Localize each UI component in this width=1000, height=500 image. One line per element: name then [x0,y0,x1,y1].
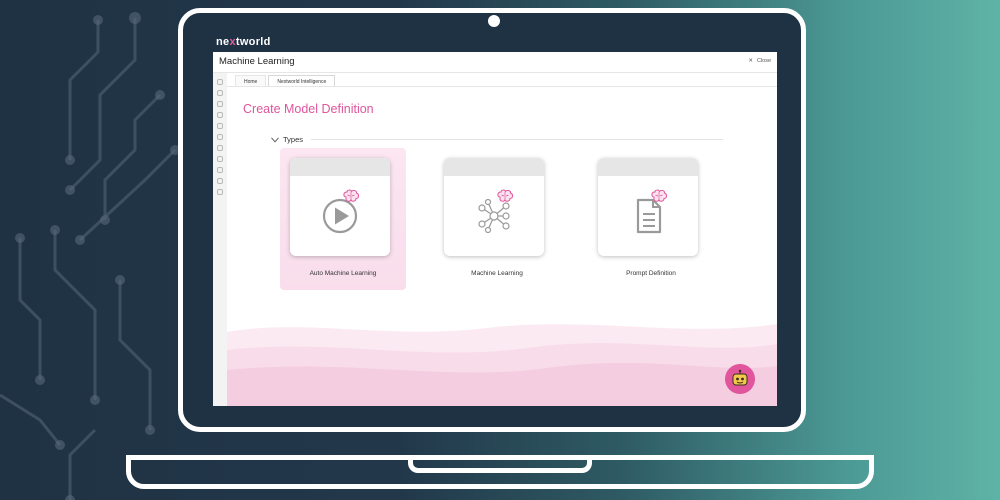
type-card [444,158,544,256]
robot-icon [732,369,748,386]
types-section-label: Types [283,135,304,144]
close-button[interactable]: ✕ Close [748,58,771,64]
brain-icon [343,189,359,202]
card-header-band [598,158,698,176]
camera-dot [488,15,500,27]
chevron-down-icon [271,137,279,142]
list-icon[interactable] [217,101,223,107]
assistant-bot-button[interactable] [725,364,755,394]
types-section-toggle[interactable]: Types [271,135,303,144]
laptop-notch [408,455,592,473]
brain-icon [497,189,513,202]
type-machine-learning[interactable]: Machine Learning [434,148,560,290]
window-titlebar: Machine Learning ✕ Close [213,52,777,73]
tab-divider [227,86,777,87]
section-divider [311,139,723,140]
type-prompt-definition[interactable]: Prompt Definition [588,148,714,290]
calendar-icon[interactable] [217,167,223,173]
app-window: Machine Learning ✕ Close Home Nextworld … [213,52,777,406]
link-icon[interactable] [217,178,223,184]
close-label: Close [756,58,771,64]
search-icon[interactable] [217,90,223,96]
type-card [290,158,390,256]
decorative-waves [227,324,777,406]
close-icon: ✕ [748,58,753,64]
card-header-band [290,158,390,176]
window-title: Machine Learning [219,56,295,67]
type-label: Prompt Definition [626,270,676,277]
type-auto-machine-learning[interactable]: Auto Machine Learning [280,148,406,290]
page-title: Create Model Definition [243,102,374,116]
home-icon[interactable] [217,79,223,85]
type-label: Machine Learning [471,270,523,277]
brand-logo: nextworld [216,36,271,48]
settings-icon[interactable] [217,145,223,151]
brain-icon [651,189,667,202]
left-nav-rail [213,73,227,406]
folder-icon[interactable] [217,123,223,129]
card-header-band [444,158,544,176]
type-label: Auto Machine Learning [309,270,377,277]
document-nav-icon[interactable] [217,134,223,140]
user-icon[interactable] [217,156,223,162]
type-card [598,158,698,256]
help-icon[interactable] [217,189,223,195]
chart-icon[interactable] [217,112,223,118]
